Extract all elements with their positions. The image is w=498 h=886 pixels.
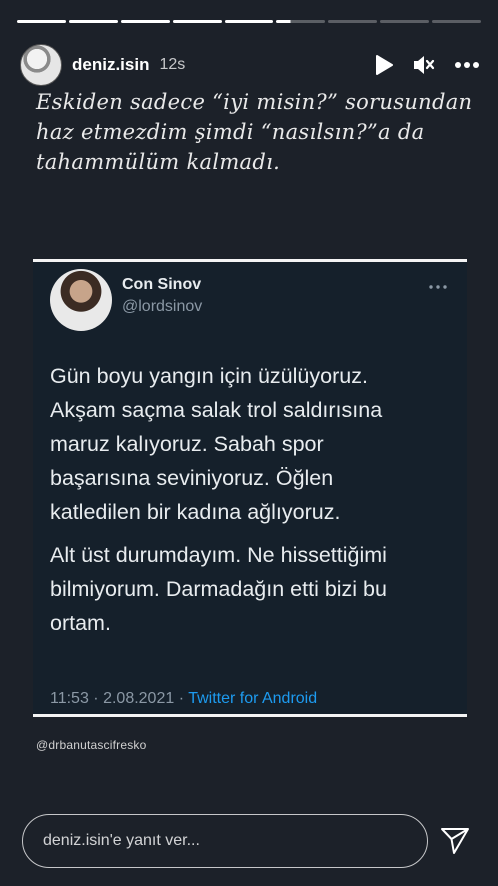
caption-line: Eskiden sadece “iyi misin?” sorusundan [36,90,473,114]
avatar[interactable] [20,44,62,86]
tweet-line: başarısına seviniyoruz. Öğlen [50,466,334,490]
tweet-line: ortam. [50,611,111,635]
tweet-author-handle: @lordsinov [122,298,203,315]
tweet-more-icon [429,276,447,294]
post-time: 12s [159,56,186,73]
tweet-line: Gün boyu yangın için üzülüyoruz. [50,364,368,388]
tweet-meta: 11:53 · 2.08.2021 · Twitter for Android [50,690,317,708]
story-controls [374,54,480,76]
tweet-text: Gün boyu yangın için üzülüyoruz. Akşam s… [50,359,453,640]
tweet-avatar [50,269,112,331]
username[interactable]: deniz.isin [72,55,149,75]
tweet-line: maruz kalıyoruz. Sabah spor [50,432,324,456]
progress-segment [120,20,170,23]
tweet-source: Twitter for Android [188,690,318,707]
reply-input[interactable] [22,814,428,868]
tweet-date: 11:53 · 2.08.2021 · [50,690,189,707]
story-header: deniz.isin 12s [20,44,480,86]
tweet-header: Con Sinov @lordsinov [50,269,447,331]
tweet-line: Alt üst durumdayım. Ne hissettiğimi [50,543,387,567]
progress-segment [380,20,430,23]
story-progress-bar [17,20,482,23]
send-icon[interactable] [439,826,471,856]
play-icon[interactable] [374,54,394,76]
tweet-screenshot: Con Sinov @lordsinov Gün boyu yangın içi… [33,259,467,717]
story-caption: Eskiden sadece “iyi misin?” sorusundan h… [36,87,478,177]
progress-segment [224,20,274,23]
progress-segment [172,20,222,23]
tweet-line: katledilen bir kadına ağlıyoruz. [50,500,341,524]
progress-segment [432,20,482,23]
tweet-line: bilmiyorum. Darmadağın etti bizi bu [50,577,387,601]
mute-icon[interactable] [412,54,436,76]
tweet-line: Akşam saçma salak trol saldırısına [50,398,383,422]
progress-segment [68,20,118,23]
progress-segment [276,20,326,23]
tweet-author-name: Con Sinov [122,276,202,293]
tweet-paragraph: Gün boyu yangın için üzülüyoruz. Akşam s… [50,359,453,529]
caption-line: haz etmezdim şimdi “nasılsın?”a da [36,120,425,144]
more-icon[interactable] [454,61,480,69]
tweet-paragraph: Alt üst durumdayım. Ne hissettiğimi bilm… [50,538,453,640]
progress-segment [328,20,378,23]
caption-line: tahammülüm kalmadı. [36,150,281,174]
progress-segment [17,20,66,23]
credit-tag[interactable]: @drbanutascifresko [36,738,147,752]
